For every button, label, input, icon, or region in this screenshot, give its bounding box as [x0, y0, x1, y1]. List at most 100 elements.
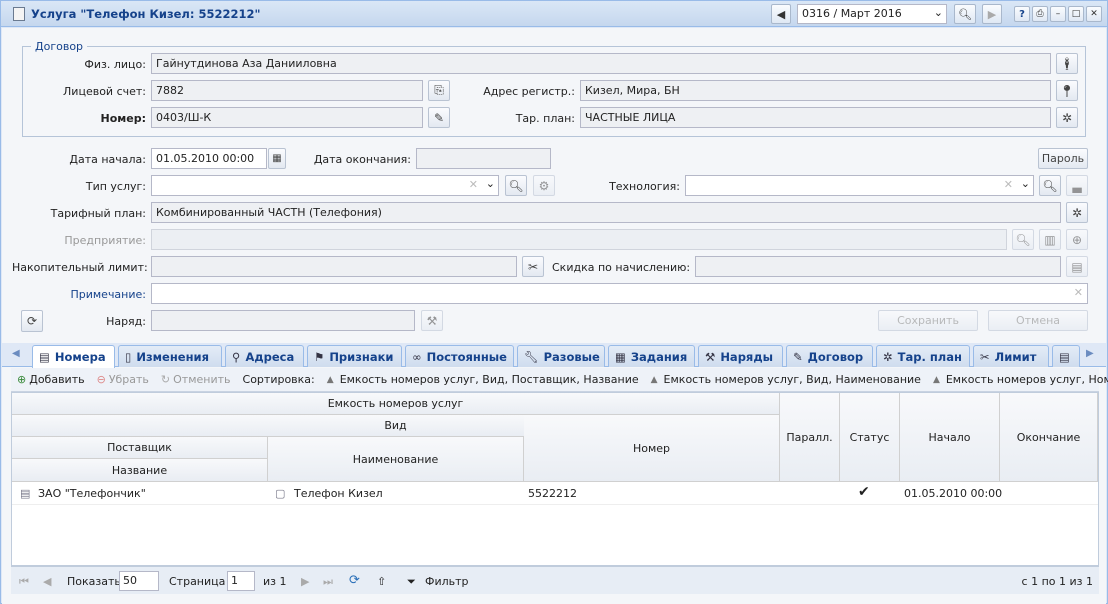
tab-permanent[interactable]: ∞ Постоянные	[405, 345, 514, 367]
start-date-input[interactable]: 01.05.2010 00:00	[151, 148, 267, 169]
end-date-field	[416, 148, 551, 169]
tab-tasks[interactable]: ▦ Задания	[608, 345, 695, 367]
remove-button[interactable]: Убрать	[109, 373, 149, 386]
technology-search-button[interactable]: 🔍︎	[1039, 175, 1061, 196]
tab-attributes[interactable]: ⚑ Признаки	[307, 345, 402, 367]
clear-icon[interactable]: ✕	[469, 178, 478, 191]
table-row[interactable]: ▤ ЗАО "Телефончик" ▢ Телефон Кизел 55222…	[12, 483, 1098, 505]
page-of: из 1	[263, 575, 287, 588]
cell-naming: Телефон Кизел	[294, 487, 383, 500]
technology-extra-button[interactable]: ▃	[1066, 175, 1088, 196]
note-label: Примечание:	[70, 288, 146, 301]
col-group-header[interactable]: Емкость номеров услуг	[12, 393, 780, 415]
note-input[interactable]: ✕	[151, 283, 1088, 304]
tab-label: Договор	[807, 349, 864, 364]
save-button[interactable]: Сохранить	[878, 310, 978, 331]
tariff-open-button[interactable]: ✲	[1056, 107, 1078, 128]
filter-button[interactable]: Фильтр	[425, 575, 469, 588]
sort-option-1[interactable]: Емкость номеров услуг, Вид, Поставщик, Н…	[340, 373, 639, 386]
contract-edit-button[interactable]: ✎	[428, 107, 450, 128]
enterprise-building-button[interactable]: ▥	[1039, 229, 1061, 250]
tab-orders[interactable]: ⚒ Наряды	[698, 345, 783, 367]
network-icon: ✲	[1061, 110, 1073, 125]
tab-onetime[interactable]: 🔧︎ Разовые	[517, 345, 605, 367]
refresh-button[interactable]: ⟳	[21, 310, 43, 332]
next-page-icon[interactable]: ▶	[301, 575, 309, 588]
limit-cut-button[interactable]: ✂	[522, 256, 544, 277]
tab-scroll-left-icon[interactable]: ◀	[12, 348, 20, 359]
technology-select[interactable]: ✕ ⌄	[685, 175, 1034, 196]
print-button[interactable]: ⎙	[1032, 6, 1048, 22]
chevron-down-icon[interactable]: ⌄	[1021, 177, 1030, 190]
period-select[interactable]: 0316 / Март 2016 ⌄	[797, 4, 947, 24]
tools-icon: ⚒	[426, 313, 438, 328]
discount-button[interactable]: ▤	[1066, 256, 1088, 277]
filter-icon[interactable]: ⏷	[407, 575, 416, 589]
edit-icon: ✎	[433, 110, 445, 125]
account-open-button[interactable]: ⎘	[428, 80, 450, 101]
address-field: Кизел, Мира, БН	[580, 80, 1051, 101]
calendar-icon: ▦	[272, 153, 282, 164]
col-name-header[interactable]: Название	[12, 459, 268, 482]
link-icon: ∞	[412, 349, 422, 364]
person-info-button[interactable]: 🕴︎	[1056, 53, 1078, 74]
export-icon[interactable]: ⇧	[377, 575, 386, 588]
minimize-button[interactable]: –	[1050, 6, 1066, 22]
next-period-button[interactable]: ▶	[982, 4, 1002, 24]
clear-icon[interactable]: ✕	[1004, 178, 1013, 191]
maximize-button[interactable]: □	[1068, 6, 1084, 22]
tasks-icon: ▦	[615, 349, 626, 364]
tab-addresses[interactable]: ⚲ Адреса	[225, 345, 304, 367]
col-parallel-header[interactable]: Паралл.	[780, 393, 840, 482]
enterprise-add-button[interactable]: ⊕	[1066, 229, 1088, 250]
col-supplier-header[interactable]: Поставщик	[12, 437, 268, 459]
enterprise-search-button[interactable]: 🔍︎	[1012, 229, 1034, 250]
search-period-button[interactable]: 🔍︎	[954, 4, 976, 24]
page-input[interactable]: 1	[227, 571, 255, 591]
col-status-header[interactable]: Статус	[840, 393, 900, 482]
col-end-header[interactable]: Окончание	[1000, 393, 1098, 482]
service-type-search-button[interactable]: 🔍︎	[505, 175, 527, 196]
tab-tariff-plan[interactable]: ✲ Тар. план	[876, 345, 970, 367]
col-start-header[interactable]: Начало	[900, 393, 1000, 482]
tab-scroll-right-icon[interactable]: ▶	[1086, 348, 1094, 359]
help-button[interactable]: ?	[1014, 6, 1030, 22]
start-date-label: Дата начала:	[69, 153, 146, 166]
tab-changes[interactable]: ▯ Изменения	[118, 345, 222, 367]
tab-label: Номера	[54, 350, 106, 364]
first-page-icon[interactable]: ⏮	[19, 575, 29, 589]
address-map-button[interactable]: 📍︎	[1056, 80, 1078, 101]
prev-page-icon[interactable]: ◀	[43, 575, 51, 588]
tariff-plan-button[interactable]: ✲	[1066, 202, 1088, 223]
service-window: Услуга "Телефон Кизел: 5522212" ◀ 0316 /…	[0, 0, 1108, 604]
remove-icon: ⊖	[96, 373, 106, 386]
tab-label: Наряды	[720, 349, 774, 364]
undo-button[interactable]: Отменить	[173, 373, 230, 386]
page-size-input[interactable]: 50	[119, 571, 159, 591]
order-tools-button[interactable]: ⚒	[421, 310, 443, 331]
service-type-extra-button[interactable]: ⚙	[533, 175, 555, 196]
contract-legend: Договор	[35, 40, 84, 53]
col-number-header[interactable]: Номер	[524, 415, 780, 482]
tab-more[interactable]: ▤	[1052, 345, 1080, 367]
tariff-plan-label: Тарифный план:	[50, 207, 146, 220]
chevron-down-icon[interactable]: ⌄	[486, 177, 495, 190]
refresh-icon[interactable]: ⟳	[349, 573, 360, 588]
last-page-icon[interactable]: ⏭	[323, 575, 333, 589]
cancel-button[interactable]: Отмена	[988, 310, 1088, 331]
close-button[interactable]: ✕	[1086, 6, 1102, 22]
clear-icon[interactable]: ✕	[1074, 286, 1083, 299]
service-type-select[interactable]: ✕ ⌄	[151, 175, 499, 196]
prev-period-button[interactable]: ◀	[771, 4, 791, 24]
factory-icon: ▥	[1044, 232, 1056, 247]
calendar-button[interactable]: ▦	[268, 148, 286, 169]
tab-limit[interactable]: ✂ Лимит	[973, 345, 1049, 367]
sort-option-2[interactable]: Емкость номеров услуг, Вид, Наименование	[664, 373, 921, 386]
sort-option-3[interactable]: Емкость номеров услуг, Номер	[946, 373, 1108, 386]
refresh-icon: ⟳	[26, 314, 38, 328]
password-button[interactable]: Пароль	[1038, 148, 1088, 169]
col-naming-header[interactable]: Наименование	[268, 437, 524, 482]
add-button[interactable]: Добавить	[29, 373, 84, 386]
tab-numbers[interactable]: ▤ Номера	[32, 345, 115, 368]
tab-contract[interactable]: ✎ Договор	[786, 345, 873, 367]
